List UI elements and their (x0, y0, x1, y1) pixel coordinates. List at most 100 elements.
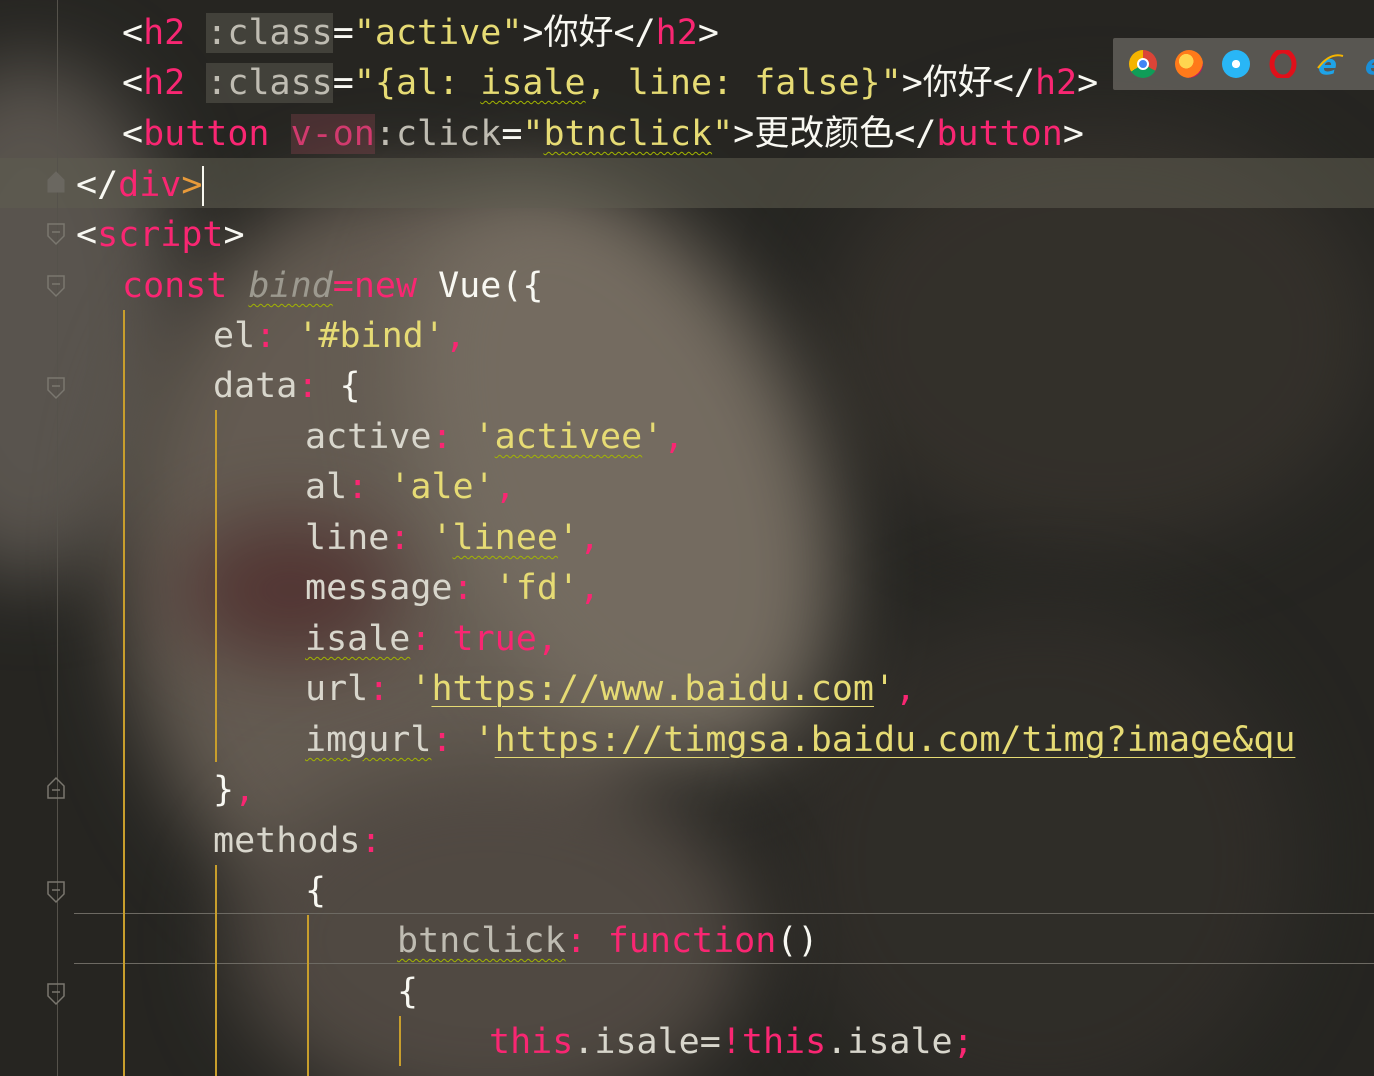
token: div (118, 165, 182, 205)
code-line[interactable]: this.isale=!this.isale; (489, 1017, 974, 1067)
token: , line: false}" (585, 63, 902, 103)
token: imgurl (305, 720, 432, 760)
token: , (494, 467, 516, 507)
token: this (489, 1022, 574, 1062)
fold-start-icon[interactable] (46, 880, 66, 904)
code-line[interactable]: <script> (76, 210, 245, 260)
token: = (501, 114, 523, 154)
fold-start-icon[interactable] (46, 274, 66, 298)
token: 你好 (543, 13, 614, 53)
url-link[interactable]: https://www.baidu.com (431, 669, 874, 709)
token: </ (613, 13, 656, 53)
token: h2 (143, 13, 186, 53)
indent-guide (215, 410, 217, 762)
token: </ (76, 165, 119, 205)
token: .isale (826, 1022, 953, 1062)
code-line[interactable]: methods: (213, 816, 382, 866)
token: true (452, 619, 537, 659)
token: url (305, 669, 369, 709)
token: script (97, 215, 224, 255)
token: = (332, 266, 354, 306)
current-line-highlight (0, 158, 1374, 208)
token: linee (452, 518, 558, 558)
token: btnclick (543, 114, 713, 154)
token: " (712, 114, 734, 154)
code-line[interactable]: url: 'https://www.baidu.com', (305, 664, 916, 714)
fold-end-icon[interactable] (46, 776, 66, 800)
token: ' (431, 518, 453, 558)
firefox-icon[interactable] (1175, 50, 1203, 78)
token: = (332, 13, 354, 53)
fold-start-icon[interactable] (46, 222, 66, 246)
edge-icon[interactable]: e (1363, 48, 1374, 81)
code-line[interactable]: <h2 :class="{al: isale, line: false}">你好… (122, 58, 1098, 108)
token: ; (952, 1022, 974, 1062)
code-line[interactable]: al: 'ale', (305, 462, 516, 512)
token: :class (206, 63, 333, 103)
token: 更改颜色 (754, 114, 895, 154)
token: < (76, 215, 98, 255)
token: = (332, 63, 354, 103)
url-link[interactable]: https://timgsa.baidu.com/timg?image&qu (495, 720, 1296, 760)
fold-start-icon[interactable] (46, 982, 66, 1006)
token: isale (480, 63, 586, 103)
token: < (122, 63, 144, 103)
token: > (1062, 114, 1084, 154)
token: .isale= (573, 1022, 721, 1062)
browser-preview-bar: e e (1113, 38, 1374, 90)
indent-guide (399, 1016, 401, 1066)
token: active (305, 417, 432, 457)
token: : (565, 921, 608, 961)
token: : (431, 720, 474, 760)
token: : (431, 417, 474, 457)
token: { (339, 366, 361, 406)
code-line[interactable]: btnclick: function() (397, 916, 818, 966)
token: line (305, 518, 390, 558)
code-line[interactable]: imgurl: 'https://timgsa.baidu.com/timg?i… (305, 715, 1295, 765)
ie-icon[interactable]: e (1316, 48, 1344, 81)
token: { (397, 972, 419, 1012)
code-line[interactable]: }, (213, 765, 255, 815)
token: , (578, 568, 601, 608)
token: data (213, 366, 298, 406)
token: : (368, 669, 411, 709)
token: 你好 (922, 63, 993, 103)
token: : (410, 619, 453, 659)
code-line[interactable]: { (397, 967, 418, 1017)
code-line[interactable]: </div> (76, 160, 205, 210)
token: h2 (655, 13, 698, 53)
text-cursor (202, 166, 205, 206)
token: 'ale' (389, 467, 495, 507)
token: > (733, 114, 755, 154)
code-line[interactable]: <h2 :class="active">你好</h2> (122, 8, 719, 58)
code-line[interactable]: message: 'fd', (305, 563, 600, 613)
fold-start-icon[interactable] (46, 376, 66, 400)
code-line[interactable]: { (305, 866, 326, 916)
token: : (389, 518, 432, 558)
token: bind (248, 266, 333, 306)
code-line[interactable]: data: { (213, 361, 361, 411)
token: : (452, 568, 495, 608)
safari-icon[interactable] (1222, 50, 1250, 78)
code-line[interactable]: isale: true, (305, 614, 558, 664)
token: el (213, 316, 256, 356)
code-line[interactable]: active: 'activee', (305, 412, 684, 462)
indent-guide (307, 915, 309, 1076)
svg-text:e: e (1365, 50, 1374, 78)
token: ' (473, 417, 495, 457)
code-line[interactable]: const bind=new Vue({ (122, 261, 543, 311)
code-line[interactable]: line: 'linee', (305, 513, 600, 563)
token: btnclick (397, 921, 566, 961)
token: methods (213, 821, 361, 861)
code-line[interactable]: el: '#bind', (213, 311, 466, 361)
code-line[interactable]: <button v-on:click="btnclick">更改颜色</butt… (122, 109, 1084, 159)
fold-end-icon[interactable] (46, 170, 66, 194)
opera-icon[interactable] (1269, 48, 1297, 80)
token: h2 (143, 63, 186, 103)
token: new (353, 266, 418, 306)
token: > (697, 13, 719, 53)
chrome-icon[interactable] (1129, 50, 1157, 78)
